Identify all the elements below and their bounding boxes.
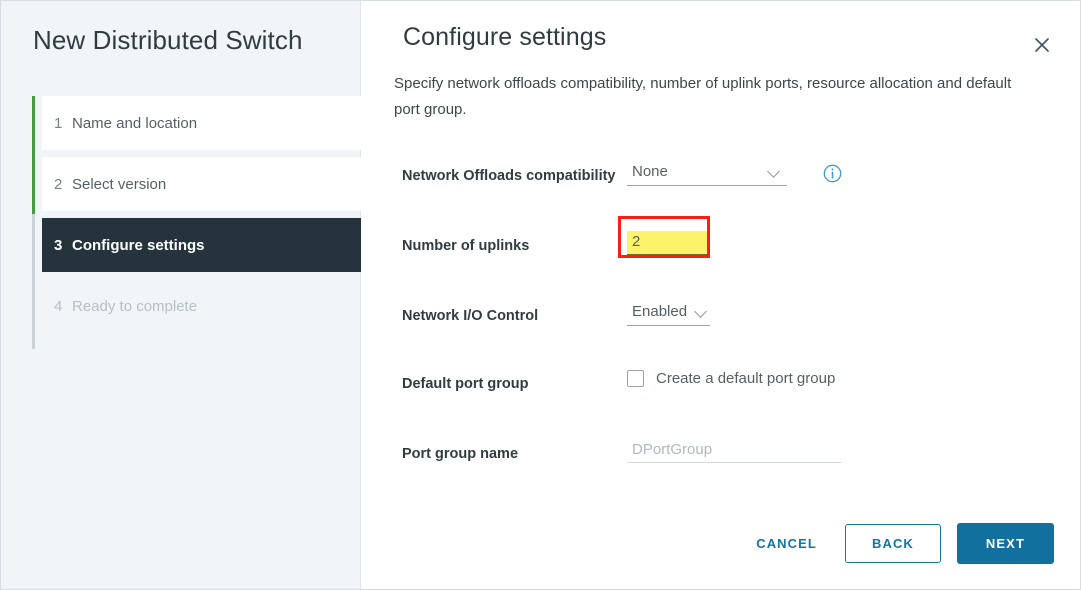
step-label: Name and location <box>72 114 198 132</box>
port-group-name-label: Port group name <box>402 446 519 462</box>
sidebar-step-select-version[interactable]: 2 Select version <box>42 157 361 211</box>
close-icon[interactable] <box>1028 31 1056 59</box>
wizard-steps: 1 Name and location 2 Select version 3 C… <box>1 96 361 349</box>
step-label: Ready to complete <box>72 297 198 315</box>
new-distributed-switch-wizard: New Distributed Switch 1 Name and locati… <box>0 0 1081 590</box>
step-rail-progress <box>32 96 35 214</box>
create-default-port-group-label: Create a default port group <box>656 370 836 387</box>
network-offloads-select[interactable]: None <box>627 161 787 186</box>
create-default-port-group-checkbox[interactable] <box>627 370 644 387</box>
network-io-control-control: Enabled <box>627 301 1042 326</box>
form-row-number-of-uplinks: Number of uplinks <box>402 216 1042 261</box>
wizard-title: New Distributed Switch <box>33 25 303 55</box>
step-number: 2 <box>54 175 63 193</box>
network-offloads-value: None <box>632 163 668 180</box>
port-group-name-input[interactable] <box>627 439 841 463</box>
network-io-control-value: Enabled <box>632 303 688 320</box>
step-number: 1 <box>54 114 63 132</box>
step-label: Configure settings <box>72 236 205 254</box>
number-of-uplinks-control <box>618 216 1042 258</box>
number-of-uplinks-input[interactable] <box>627 231 708 255</box>
default-port-group-label: Default port group <box>402 376 529 392</box>
network-offloads-control: None <box>627 161 1042 186</box>
port-group-name-control <box>627 439 1042 463</box>
back-button[interactable]: BACK <box>844 524 941 563</box>
form-row-network-offloads: Network Offloads compatibility None <box>402 161 1042 191</box>
form-row-port-group-name: Port group name <box>402 439 1042 469</box>
number-of-uplinks-label: Number of uplinks <box>402 238 530 254</box>
create-default-port-group-checkbox-row[interactable]: Create a default port group <box>627 369 1042 387</box>
sidebar-step-ready-to-complete[interactable]: 4 Ready to complete <box>42 279 361 333</box>
network-offloads-label: Network Offloads compatibility <box>402 168 616 184</box>
form-row-default-port-group: Default port group Create a default port… <box>402 369 1042 399</box>
page-description: Specify network offloads compatibility, … <box>394 75 1012 118</box>
step-number: 4 <box>54 297 63 315</box>
step-number: 3 <box>54 236 63 254</box>
wizard-main-panel: Configure settings Specify network offlo… <box>362 1 1080 589</box>
info-icon[interactable] <box>823 164 842 183</box>
form-row-network-io-control: Network I/O Control Enabled <box>402 301 1042 331</box>
wizard-footer: CANCEL BACK NEXT <box>742 523 1054 564</box>
cancel-button[interactable]: CANCEL <box>742 526 831 561</box>
configure-settings-form: Network Offloads compatibility None Numb… <box>402 161 1042 469</box>
chevron-down-icon <box>767 167 783 177</box>
step-label: Select version <box>72 175 167 193</box>
sidebar-step-name-and-location[interactable]: 1 Name and location <box>42 96 361 150</box>
page-title: Configure settings <box>403 23 607 51</box>
network-io-control-label: Network I/O Control <box>402 308 539 324</box>
wizard-sidebar: New Distributed Switch 1 Name and locati… <box>1 1 361 589</box>
next-button[interactable]: NEXT <box>956 523 1054 564</box>
default-port-group-control: Create a default port group <box>627 369 1042 387</box>
sidebar-step-configure-settings[interactable]: 3 Configure settings <box>42 218 361 272</box>
chevron-down-icon <box>694 307 710 317</box>
network-io-control-select[interactable]: Enabled <box>627 301 710 326</box>
